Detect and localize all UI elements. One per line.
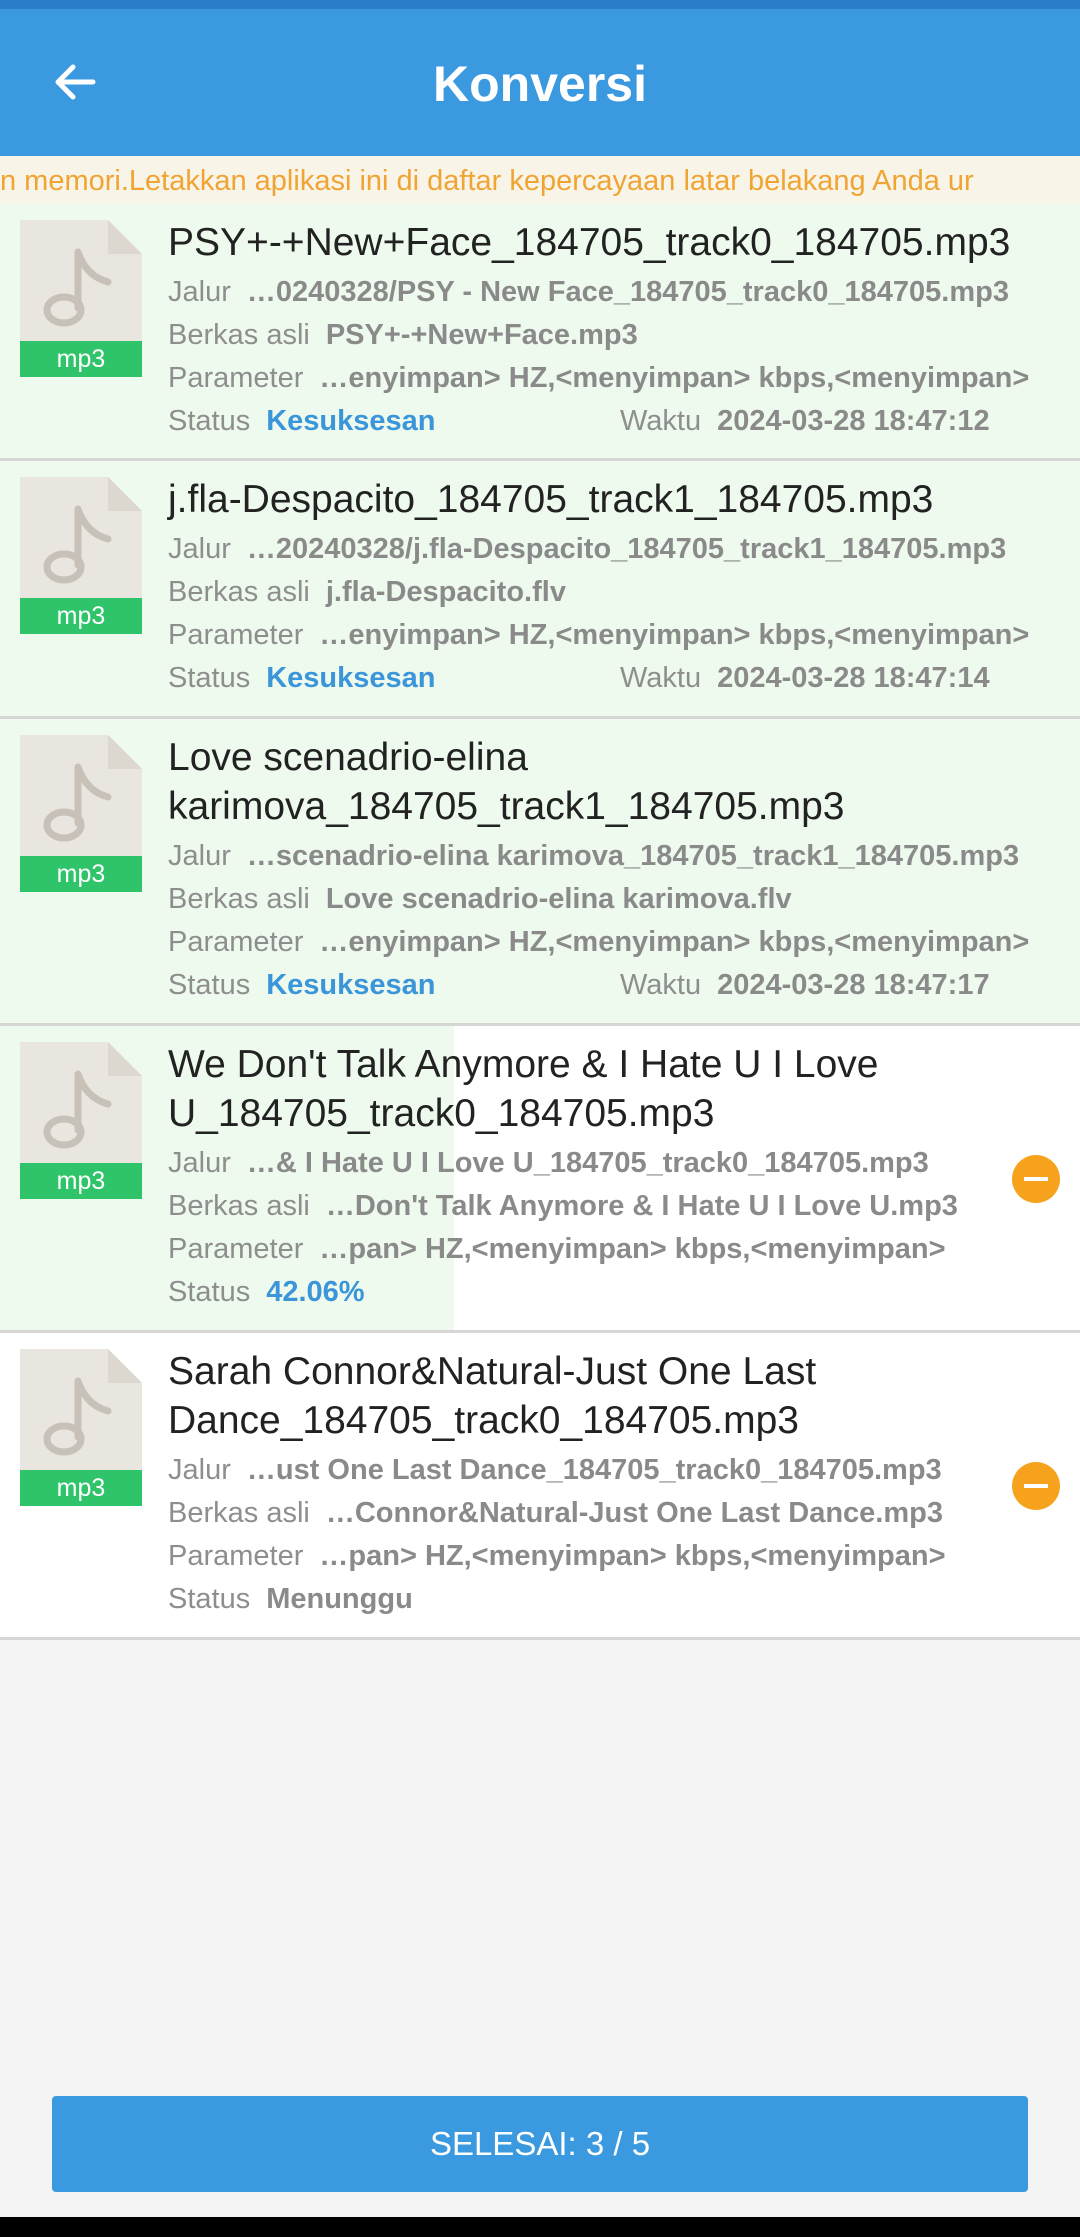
music-file-icon: mp3	[20, 477, 142, 634]
path-row: Jalur …scenadrio-elina karimova_184705_tr…	[168, 840, 1020, 872]
file-ext-badge: mp3	[20, 856, 142, 892]
file-name: PSY+-+New+Face_184705_track0_184705.mp3	[168, 221, 1011, 264]
list-item[interactable]: mp3 Sarah Connor&Natural-Just One Last D…	[0, 1333, 1080, 1640]
status-row: Status Kesuksesan	[168, 969, 436, 1001]
navigation-bar	[0, 2217, 1080, 2237]
list-item[interactable]: mp3 We Don't Talk Anymore & I Hate U I L…	[0, 1026, 1080, 1333]
music-file-icon: mp3	[20, 1349, 142, 1506]
param-row: Parameter …pan> HZ,<menyimpan> kbps,<meny…	[168, 1233, 946, 1265]
path-row: Jalur …20240328/j.fla-Despacito_184705_tr…	[168, 533, 1007, 565]
music-file-icon: mp3	[20, 1042, 142, 1199]
conversion-list: mp3 PSY+-+New+Face_184705_track0_184705.…	[0, 204, 1080, 1640]
status-row: Status Kesuksesan	[168, 405, 436, 437]
music-file-icon: mp3	[20, 735, 142, 892]
file-name: Sarah Connor&Natural-Just One Last Dance…	[168, 1350, 817, 1442]
remove-button[interactable]	[1012, 1155, 1060, 1203]
status-bar	[0, 0, 1080, 9]
path-row: Jalur …ust One Last Dance_184705_track0_1…	[168, 1454, 942, 1486]
time-row: Waktu 2024-03-28 18:47:17	[620, 969, 990, 1001]
remove-button[interactable]	[1012, 1462, 1060, 1510]
param-row: Parameter …enyimpan> HZ,<menyimpan> kbps,…	[168, 619, 1030, 651]
original-row: Berkas asli j.fla-Despacito.flv	[168, 576, 566, 608]
status-badge: Kesuksesan	[266, 662, 436, 694]
path-row: Jalur …0240328/PSY - New Face_184705_trac…	[168, 276, 1009, 308]
file-name: j.fla-Despacito_184705_track1_184705.mp3	[168, 478, 934, 521]
file-name: Love scenadrio-elina karimova_184705_tra…	[168, 736, 845, 828]
time-row: Waktu 2024-03-28 18:47:14	[620, 662, 990, 694]
path-row: Jalur …& I Hate U I Love U_184705_track0_…	[168, 1147, 929, 1179]
original-row: Berkas asli …Don't Talk Anymore & I Hate …	[168, 1190, 958, 1222]
param-row: Parameter …pan> HZ,<menyimpan> kbps,<meny…	[168, 1540, 946, 1572]
progress-percent: 42.06%	[266, 1276, 365, 1308]
param-row: Parameter …enyimpan> HZ,<menyimpan> kbps,…	[168, 926, 1030, 958]
status-badge: Menunggu	[266, 1583, 413, 1615]
list-item[interactable]: mp3 Love scenadrio-elina karimova_184705…	[0, 719, 1080, 1026]
file-ext-badge: mp3	[20, 1470, 142, 1506]
list-item[interactable]: mp3 PSY+-+New+Face_184705_track0_184705.…	[0, 204, 1080, 461]
original-row: Berkas asli …Connor&Natural-Just One Last…	[168, 1497, 943, 1529]
time-row: Waktu 2024-03-28 18:47:12	[620, 405, 990, 437]
status-row: Status 42.06%	[168, 1276, 365, 1308]
file-ext-badge: mp3	[20, 1163, 142, 1199]
done-button[interactable]: SELESAI: 3 / 5	[52, 2096, 1028, 2192]
status-row: Status Menunggu	[168, 1583, 413, 1615]
file-ext-badge: mp3	[20, 341, 142, 377]
original-row: Berkas asli PSY+-+New+Face.mp3	[168, 319, 638, 351]
notice-text: n memori.Letakkan aplikasi ini di daftar…	[0, 165, 974, 197]
file-ext-badge: mp3	[20, 598, 142, 634]
status-badge: Kesuksesan	[266, 969, 436, 1001]
param-row: Parameter …enyimpan> HZ,<menyimpan> kbps,…	[168, 362, 1030, 394]
list-item[interactable]: mp3 j.fla-Despacito_184705_track1_184705…	[0, 461, 1080, 719]
status-row: Status Kesuksesan	[168, 662, 436, 694]
music-file-icon: mp3	[20, 220, 142, 377]
status-badge: Kesuksesan	[266, 405, 436, 437]
file-name: We Don't Talk Anymore & I Hate U I Love …	[168, 1043, 879, 1135]
original-row: Berkas asli Love scenadrio-elina karimova…	[168, 883, 792, 915]
notice-marquee: n memori.Letakkan aplikasi ini di daftar…	[0, 156, 1080, 204]
app-bar: Konversi	[0, 9, 1080, 156]
page-title: Konversi	[433, 56, 647, 112]
